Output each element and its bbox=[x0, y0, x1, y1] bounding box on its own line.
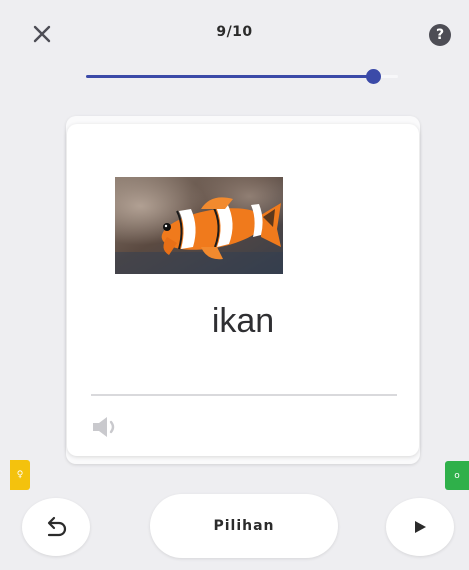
card-word: ikan bbox=[211, 302, 275, 340]
speaker-icon bbox=[93, 417, 115, 437]
flashcard[interactable]: ikan bbox=[67, 124, 419, 456]
audio-button[interactable] bbox=[91, 414, 123, 440]
help-icon: ? bbox=[435, 27, 445, 43]
play-button[interactable] bbox=[386, 498, 454, 556]
progress-counter: 9/10 bbox=[216, 24, 253, 40]
right-side-tab[interactable]: o bbox=[445, 461, 469, 490]
options-button[interactable]: Pilihan bbox=[150, 494, 338, 558]
progress-bar bbox=[86, 69, 398, 84]
play-icon bbox=[415, 521, 426, 533]
clownfish-image bbox=[115, 177, 283, 274]
left-side-tab[interactable]: ♀ bbox=[10, 460, 30, 490]
progress-fill bbox=[86, 75, 374, 78]
undo-button[interactable] bbox=[22, 498, 90, 556]
card-divider bbox=[91, 394, 397, 396]
help-button[interactable]: ? bbox=[429, 24, 451, 46]
undo-icon bbox=[47, 516, 67, 537]
progress-knob bbox=[366, 69, 382, 84]
